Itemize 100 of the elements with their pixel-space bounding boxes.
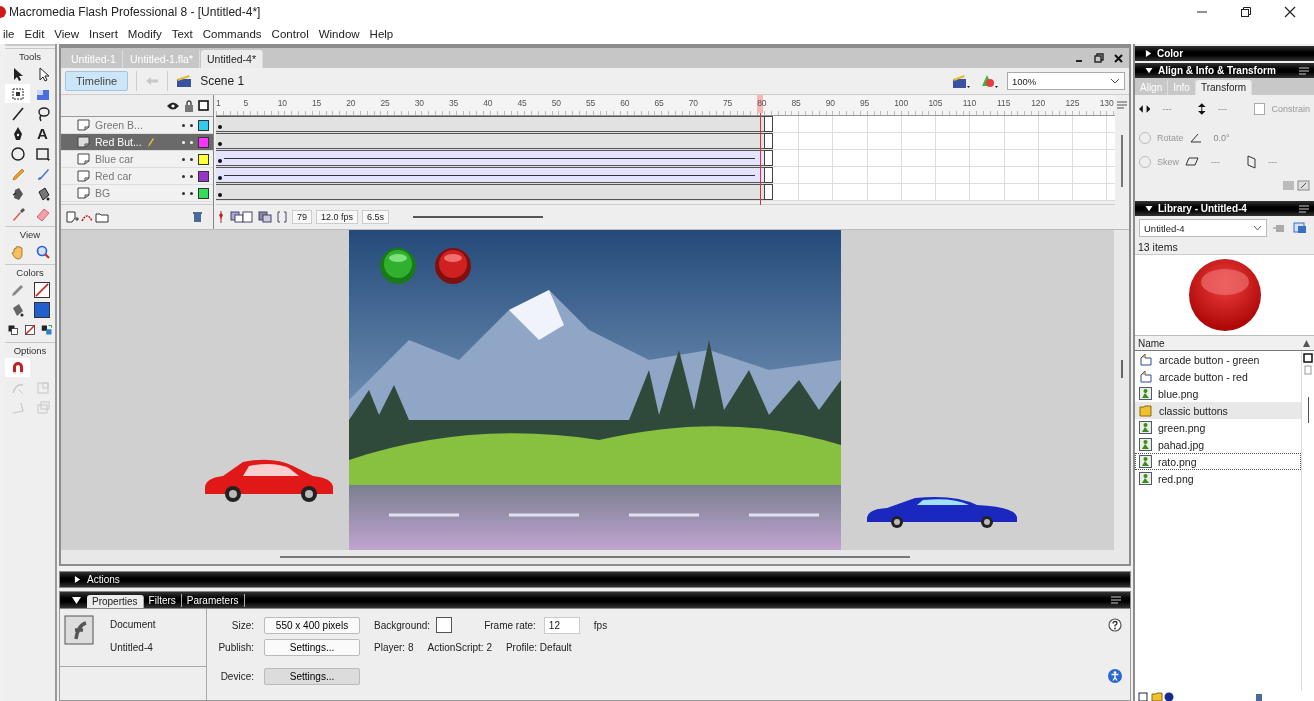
help-icon[interactable] bbox=[1108, 618, 1122, 632]
name-column-header[interactable]: Name bbox=[1138, 337, 1165, 349]
info-icon[interactable] bbox=[1164, 692, 1174, 701]
menu-item[interactable]: Commands bbox=[202, 28, 262, 40]
scroll-thumb[interactable] bbox=[1307, 397, 1309, 423]
restore-icon[interactable] bbox=[1240, 6, 1252, 18]
zoom-icon[interactable] bbox=[34, 243, 51, 260]
library-item[interactable]: arcade button - red bbox=[1135, 368, 1301, 385]
library-panel-header[interactable]: Library - Untitled-4 bbox=[1135, 201, 1314, 216]
menu-item[interactable]: Insert bbox=[89, 28, 118, 40]
oval-icon[interactable] bbox=[9, 145, 26, 162]
dot-icon[interactable] bbox=[182, 123, 185, 127]
frame-span[interactable] bbox=[216, 150, 773, 166]
library-item[interactable]: pahad.jpg bbox=[1135, 436, 1301, 453]
menu-icon[interactable] bbox=[1298, 65, 1310, 76]
layer-color-swatch[interactable] bbox=[198, 153, 209, 165]
dot-icon[interactable] bbox=[190, 174, 193, 178]
free-transform-icon[interactable] bbox=[9, 85, 26, 102]
layer-row[interactable]: BG bbox=[61, 185, 213, 202]
skew-radio[interactable] bbox=[1139, 155, 1151, 168]
onion-markers-icon[interactable] bbox=[276, 211, 288, 223]
swap-icon[interactable] bbox=[40, 323, 53, 336]
properties-tab[interactable]: Filters bbox=[143, 593, 182, 607]
dot-icon[interactable] bbox=[190, 140, 193, 144]
eye-icon[interactable] bbox=[166, 100, 180, 111]
line-icon[interactable] bbox=[9, 105, 26, 122]
layer-row[interactable]: Red But... bbox=[61, 134, 213, 151]
close-icon[interactable] bbox=[1284, 6, 1296, 18]
folder-icon[interactable] bbox=[95, 211, 109, 223]
layer-color-swatch[interactable] bbox=[198, 187, 209, 199]
scroll-thumb[interactable] bbox=[413, 216, 544, 218]
layer-row[interactable]: Green B... bbox=[61, 117, 213, 134]
library-item[interactable]: blue.png bbox=[1135, 385, 1301, 402]
fill-color-swatch[interactable] bbox=[34, 301, 51, 318]
dot-icon[interactable] bbox=[190, 157, 193, 161]
properties-tab[interactable]: Parameters bbox=[181, 593, 245, 607]
trash-icon[interactable] bbox=[192, 211, 203, 223]
publish-settings-button[interactable]: Settings... bbox=[264, 638, 360, 656]
center-frame-icon[interactable] bbox=[216, 210, 226, 224]
menu-item[interactable]: Window bbox=[318, 28, 360, 40]
frame-span[interactable] bbox=[216, 116, 773, 132]
zoom-dropdown[interactable]: 100% bbox=[1007, 72, 1125, 90]
scroll-thumb[interactable] bbox=[280, 556, 910, 558]
library-item[interactable]: rato.png bbox=[1135, 453, 1301, 470]
frame-rate-field[interactable]: 12 bbox=[543, 616, 580, 634]
restore-icon[interactable] bbox=[1094, 53, 1104, 63]
menu-icon[interactable] bbox=[1110, 595, 1122, 605]
device-settings-button[interactable]: Settings... bbox=[264, 667, 360, 685]
lock-icon[interactable] bbox=[184, 99, 194, 112]
frame-span[interactable] bbox=[216, 133, 773, 149]
dot-icon[interactable] bbox=[190, 191, 193, 195]
collapse-triangle-icon[interactable] bbox=[72, 596, 81, 604]
library-item[interactable]: arcade button - green bbox=[1135, 351, 1301, 368]
menu-item[interactable]: Text bbox=[171, 28, 193, 40]
default-icon[interactable] bbox=[7, 323, 20, 336]
edit-frames-icon[interactable] bbox=[258, 211, 272, 223]
library-dropdown[interactable]: Untitled-4 bbox=[1139, 219, 1267, 237]
outline-icon[interactable] bbox=[198, 100, 209, 111]
playhead[interactable] bbox=[757, 95, 764, 205]
onion-skin-icon[interactable] bbox=[230, 211, 254, 223]
dot-icon[interactable] bbox=[190, 123, 193, 127]
library-item[interactable]: red.png bbox=[1135, 470, 1301, 487]
hand-icon[interactable] bbox=[9, 243, 26, 260]
stroke-color-swatch[interactable] bbox=[34, 281, 51, 298]
background-color-swatch[interactable] bbox=[436, 617, 453, 633]
properties-icon[interactable] bbox=[1303, 353, 1313, 363]
menu-item[interactable]: Edit bbox=[24, 28, 45, 40]
new-library-icon[interactable] bbox=[1293, 222, 1307, 234]
menu-item[interactable]: View bbox=[54, 28, 80, 40]
layer-color-swatch[interactable] bbox=[198, 136, 209, 148]
library-item[interactable]: green.png bbox=[1135, 419, 1301, 436]
dot-icon[interactable] bbox=[182, 157, 185, 161]
scroll-thumb[interactable] bbox=[1121, 135, 1123, 187]
layer-row[interactable]: Red car bbox=[61, 168, 213, 185]
menu-icon[interactable] bbox=[1298, 203, 1310, 214]
trash-icon[interactable] bbox=[1254, 692, 1264, 701]
dot-icon[interactable] bbox=[182, 191, 185, 195]
accessibility-icon[interactable] bbox=[1108, 669, 1122, 683]
panel-tab[interactable]: Transform bbox=[1195, 80, 1253, 95]
sort-icon[interactable] bbox=[1302, 338, 1311, 348]
reset-icon[interactable] bbox=[1297, 179, 1310, 191]
layer-color-swatch[interactable] bbox=[198, 170, 209, 182]
rotate-radio[interactable] bbox=[1139, 132, 1151, 145]
dot-icon[interactable] bbox=[182, 174, 185, 178]
transform-panel-header[interactable]: Align & Info & Transform bbox=[1135, 63, 1314, 78]
menu-item[interactable]: ile bbox=[3, 28, 15, 40]
menu-item[interactable]: Help bbox=[369, 28, 394, 40]
rectangle-icon[interactable] bbox=[34, 145, 51, 162]
frame-span[interactable] bbox=[216, 184, 773, 200]
none-icon[interactable] bbox=[24, 323, 36, 336]
color-panel-header[interactable]: Color bbox=[1135, 46, 1314, 61]
document-size-button[interactable]: 550 x 400 pixels bbox=[264, 616, 360, 634]
properties-tab[interactable]: Properties bbox=[87, 595, 144, 608]
timeline-button[interactable]: Timeline bbox=[65, 71, 129, 91]
add-layer-icon[interactable] bbox=[65, 211, 79, 223]
menu-item[interactable]: Control bbox=[271, 28, 309, 40]
dot-icon[interactable] bbox=[182, 140, 185, 144]
layer-row[interactable]: Blue car bbox=[61, 151, 213, 168]
layer-color-swatch[interactable] bbox=[198, 119, 209, 131]
constrain-checkbox[interactable] bbox=[1254, 102, 1266, 115]
